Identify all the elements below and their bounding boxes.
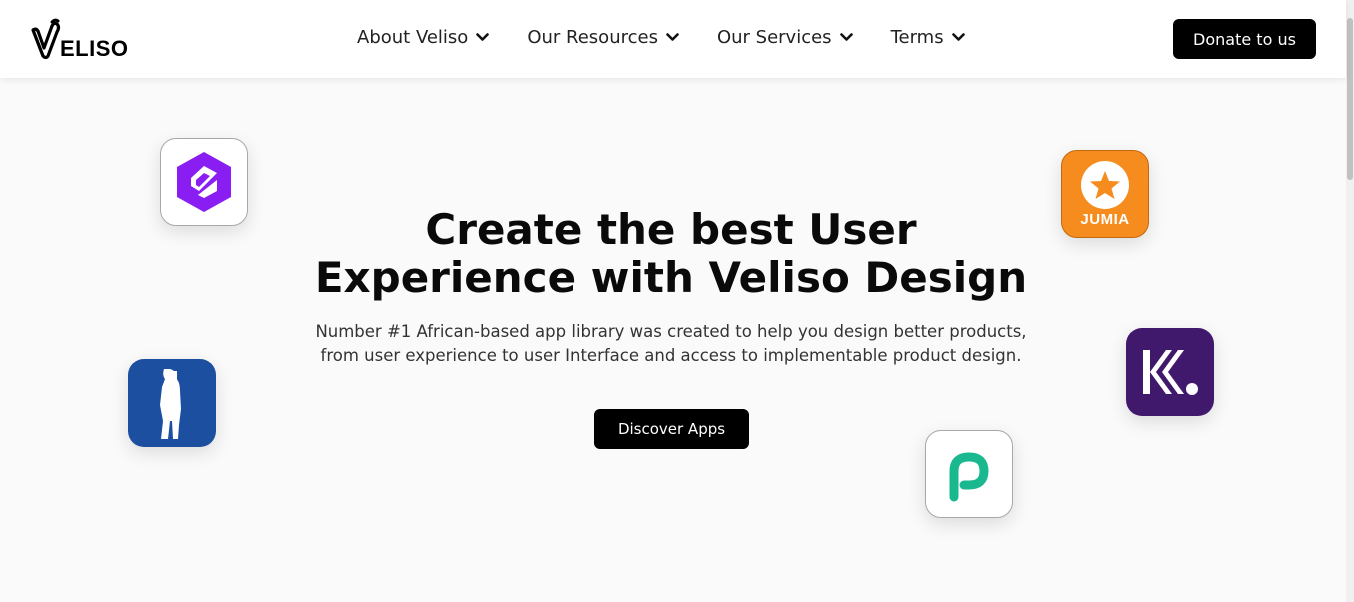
kuda-k-app-icon xyxy=(1143,350,1198,395)
nav-label: Our Resources xyxy=(527,27,658,48)
hero-title: Create the best User Experience with Vel… xyxy=(280,206,1062,302)
jumia-label: JUMIA xyxy=(1080,211,1130,228)
nav-terms[interactable]: Terms xyxy=(891,27,965,48)
chevron-down-icon xyxy=(839,33,853,41)
person-silhouette-app-tile[interactable] xyxy=(128,359,216,447)
nav-label: Terms xyxy=(890,27,944,48)
scrollbar-thumb[interactable] xyxy=(1347,18,1353,180)
page-scrollbar[interactable] xyxy=(1346,0,1354,602)
p-letter-app-tile[interactable] xyxy=(925,430,1013,518)
hero-subtitle-line-1: Number #1 African-based app library was … xyxy=(315,322,1027,341)
hero-title-line-1: Create the best User xyxy=(425,205,917,254)
veliso-v-logo-icon xyxy=(31,18,61,60)
donate-button[interactable]: Donate to us xyxy=(1173,19,1316,59)
nav-label: Our Services xyxy=(716,27,832,48)
person-silhouette-app-icon xyxy=(160,369,181,439)
purple-hexagon-app-tile[interactable] xyxy=(160,138,248,226)
chevron-down-icon xyxy=(476,33,490,41)
p-letter-app-icon xyxy=(949,452,989,502)
nav-our-resources[interactable]: Our Resources xyxy=(527,27,679,48)
site-header: ELISO About Veliso Our Resources Our Ser… xyxy=(0,0,1346,78)
nav-our-services[interactable]: Our Services xyxy=(717,27,853,48)
chevron-down-icon xyxy=(666,33,679,41)
hero-subtitle-line-2: from user experience to user Interface a… xyxy=(320,346,1022,365)
discover-apps-button[interactable]: Discover Apps xyxy=(594,409,749,449)
veliso-logo[interactable]: ELISO xyxy=(30,18,129,60)
main-nav: About Veliso Our Resources Our Services … xyxy=(357,27,1003,48)
purple-hexagon-app-icon xyxy=(177,152,231,212)
nav-about-veliso[interactable]: About Veliso xyxy=(357,27,490,48)
hero-title-line-2: Experience with Veliso Design xyxy=(314,253,1028,302)
chevron-down-icon xyxy=(951,33,965,41)
hero-subtitle: Number #1 African-based app library was … xyxy=(300,320,1042,368)
jumia-app-tile[interactable]: JUMIA xyxy=(1061,150,1149,238)
kuda-app-tile[interactable] xyxy=(1126,328,1214,416)
nav-label: About Veliso xyxy=(357,27,469,48)
logo-text: ELISO xyxy=(60,36,129,61)
